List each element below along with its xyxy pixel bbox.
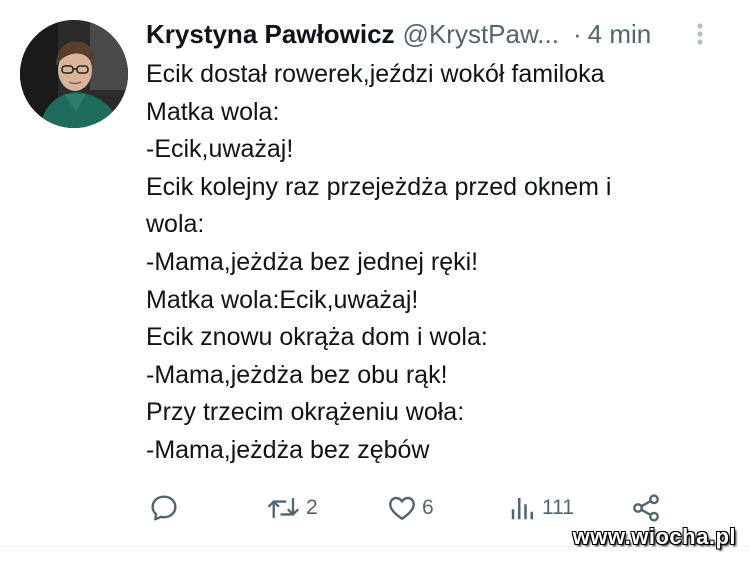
- tweet-line: Przy trzecim okrążeniu woła:: [146, 398, 465, 427]
- user-handle[interactable]: @KrystPaw...: [403, 16, 559, 52]
- retweet-count: 2: [306, 496, 318, 519]
- reply-icon: [151, 495, 177, 521]
- like-icon: [389, 496, 415, 520]
- retweet-button[interactable]: 2: [266, 490, 318, 526]
- retweet-icon: [268, 497, 299, 519]
- timestamp[interactable]: 4 min: [588, 16, 652, 52]
- like-button[interactable]: 6: [386, 490, 434, 526]
- share-icon: [633, 494, 659, 522]
- like-count: 6: [422, 496, 434, 519]
- tweet-text: Ecik dostał rowerek,jeździ wokół familok…: [146, 56, 726, 470]
- tweet-line: Matka wola:Ecik,uważaj!: [146, 285, 419, 314]
- separator-dot: ·: [572, 19, 582, 49]
- action-bar: 2 6 111: [148, 490, 688, 526]
- share-button[interactable]: [630, 490, 662, 526]
- tweet-line: Matka wola:: [146, 97, 280, 126]
- views-icon: [511, 498, 533, 520]
- tweet-line: -Mama,jeżdża bez zębów: [146, 435, 430, 464]
- tweet-line: -Mama,jeżdża bez obu rąk!: [146, 360, 448, 389]
- tweet: Krystyna Pawłowicz @KrystPaw... · 4 min …: [0, 0, 750, 562]
- reply-button[interactable]: [148, 490, 184, 526]
- views-button[interactable]: 111: [508, 490, 574, 526]
- tweet-line: -Ecik,uważaj!: [146, 135, 294, 164]
- display-name[interactable]: Krystyna Pawłowicz: [146, 16, 395, 52]
- more-icon[interactable]: [690, 20, 710, 48]
- tweet-header: Krystyna Pawłowicz @KrystPaw... · 4 min: [146, 16, 736, 52]
- tweet-line: Ecik znowu okrąża dom i wola:: [146, 323, 488, 352]
- avatar-image: [20, 20, 128, 128]
- watermark: www.wiocha.pl: [572, 524, 736, 549]
- tweet-line: Ecik dostał rowerek,jeździ wokół familok…: [146, 60, 605, 88]
- views-count: 111: [542, 496, 574, 519]
- tweet-line: -Mama,jeżdża bez jednej ręki!: [146, 247, 479, 276]
- tweet-line: wola:: [146, 210, 205, 239]
- avatar[interactable]: [20, 20, 128, 128]
- tweet-line: Ecik kolejny raz przejeżdża przed oknem …: [146, 172, 612, 201]
